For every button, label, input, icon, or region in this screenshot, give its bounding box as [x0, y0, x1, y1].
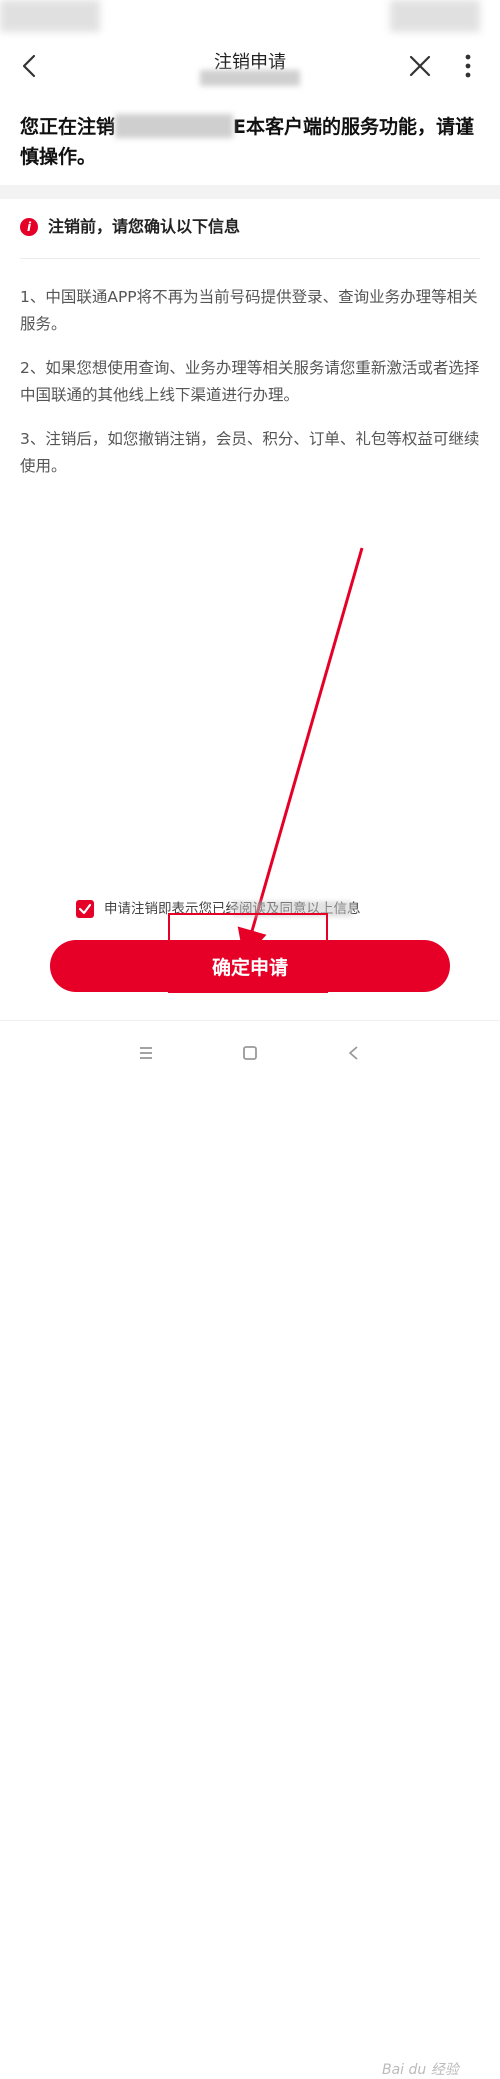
back-triangle-icon[interactable]: [340, 1039, 368, 1067]
menu-icon[interactable]: [132, 1039, 160, 1067]
agreement-row[interactable]: 申请注销即表示您已经阅读及同意以上信息: [76, 898, 476, 922]
home-square-icon[interactable]: [236, 1039, 264, 1067]
confirm-button[interactable]: 确定申请: [50, 940, 450, 992]
watermark: Bai du 经验: [382, 2062, 459, 2078]
system-nav-bar: Bai du 经验: [0, 1020, 500, 2078]
checkbox-checked-icon[interactable]: [76, 900, 94, 918]
agreement-blur: [232, 901, 352, 917]
